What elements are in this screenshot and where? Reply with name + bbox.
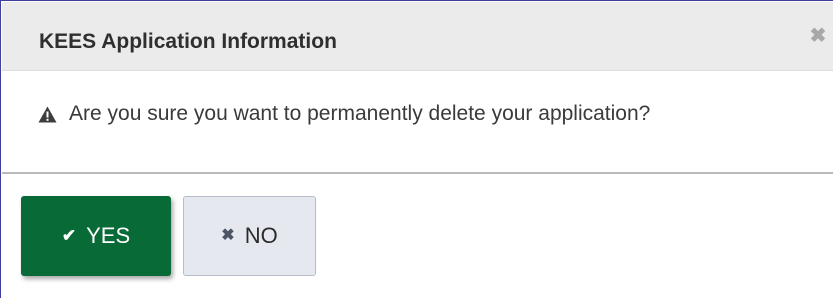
close-x-icon: ✖	[221, 227, 235, 244]
confirm-dialog: KEES Application Information ✖ Are you s…	[0, 0, 833, 298]
no-button[interactable]: ✖ NO	[183, 196, 316, 276]
dialog-message-row: Are you sure you want to permanently del…	[38, 101, 650, 127]
dialog-divider	[2, 172, 833, 174]
dialog-message: Are you sure you want to permanently del…	[69, 102, 651, 125]
yes-button[interactable]: ✔ YES	[21, 196, 171, 276]
checkmark-icon: ✔	[61, 226, 77, 245]
dialog-title: KEES Application Information	[39, 30, 337, 53]
warning-icon	[38, 106, 57, 123]
close-icon[interactable]: ✖	[808, 26, 828, 46]
no-button-label: NO	[244, 223, 278, 248]
yes-button-label: YES	[86, 223, 131, 248]
dialog-titlebar: KEES Application Information ✖	[2, 2, 833, 71]
